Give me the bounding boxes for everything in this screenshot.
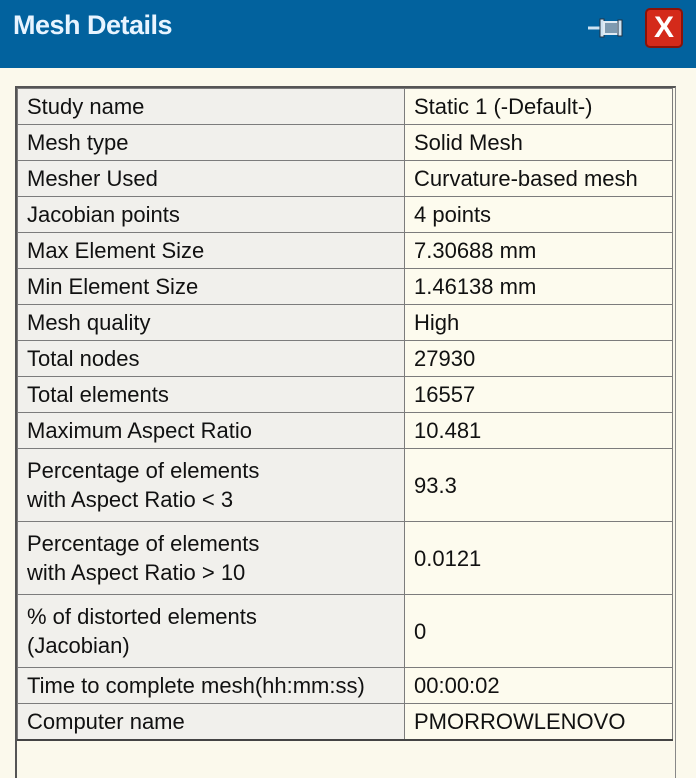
row-label: Computer name [17, 703, 405, 740]
title-bar: Mesh Details X [0, 0, 696, 68]
row-label-text: Time to complete mesh(hh:mm:ss) [27, 673, 365, 698]
row-label-text: Maximum Aspect Ratio [27, 418, 252, 443]
row-label: Max Element Size [17, 232, 405, 269]
row-label: Total elements [17, 376, 405, 413]
table-row: Maximum Aspect Ratio 10.481 [17, 412, 673, 449]
row-value: Curvature-based mesh [404, 160, 673, 197]
table-row: Max Element Size 7.30688 mm [17, 232, 673, 269]
table-row: Min Element Size 1.46138 mm [17, 268, 673, 305]
row-label: Min Element Size [17, 268, 405, 305]
table-row: Total elements 16557 [17, 376, 673, 413]
table-row: Mesh type Solid Mesh [17, 124, 673, 161]
row-label: Mesh quality [17, 304, 405, 341]
table-row: Total nodes 27930 [17, 340, 673, 377]
row-value: PMORROWLENOVO [404, 703, 673, 740]
row-value: Static 1 (-Default-) [404, 88, 673, 125]
row-label-text-line2: with Aspect Ratio > 10 [27, 560, 246, 585]
table-row: Study name Static 1 (-Default-) [17, 88, 673, 125]
row-label-text: Total nodes [27, 346, 140, 371]
row-value: 00:00:02 [404, 667, 673, 704]
table-row: Percentage of elements with Aspect Ratio … [17, 521, 673, 595]
row-label: % of distorted elements (Jacobian) [17, 594, 405, 668]
row-value: 16557 [404, 376, 673, 413]
row-value: 0.0121 [404, 521, 673, 595]
table-row: Mesh quality High [17, 304, 673, 341]
row-label-text: Min Element Size [27, 274, 199, 299]
pin-icon[interactable] [586, 15, 626, 41]
table-row: Jacobian points 4 points [17, 196, 673, 233]
row-label: Time to complete mesh(hh:mm:ss) [17, 667, 405, 704]
row-value: 10.481 [404, 412, 673, 449]
table-row: Mesher Used Curvature-based mesh [17, 160, 673, 197]
table-row: % of distorted elements (Jacobian) 0 [17, 594, 673, 668]
row-label-text: Computer name [27, 708, 185, 734]
mesh-details-table: Study name Static 1 (-Default-) Mesh type S… [17, 88, 673, 741]
row-label: Percentage of elements with Aspect Ratio … [17, 521, 405, 595]
table-row: Computer name PMORROWLENOVO [17, 703, 673, 740]
table-row: Time to complete mesh(hh:mm:ss) 00:00:02 [17, 667, 673, 704]
row-label-text: Mesher Used [27, 166, 158, 191]
mesh-details-panel: Study name Static 1 (-Default-) Mesh type S… [15, 86, 676, 778]
row-label: Total nodes [17, 340, 405, 377]
row-value: High [404, 304, 673, 341]
row-value: 4 points [404, 196, 673, 233]
row-label-text: Percentage of elements [27, 531, 260, 556]
row-label-text: Mesh type [27, 130, 129, 155]
row-label-text: Total elements [27, 382, 169, 407]
table-row: Percentage of elements with Aspect Ratio … [17, 448, 673, 522]
close-icon: X [653, 11, 674, 44]
row-label-text: % of distorted elements [27, 604, 257, 629]
row-value: Solid Mesh [404, 124, 673, 161]
close-button[interactable]: X [645, 8, 683, 48]
row-label-text: Jacobian points [27, 202, 180, 227]
row-label: Maximum Aspect Ratio [17, 412, 405, 449]
row-value: 0 [404, 594, 673, 668]
window-title: Mesh Details [13, 10, 173, 40]
row-label-text: Max Element Size [27, 238, 205, 263]
row-label: Percentage of elements with Aspect Ratio … [17, 448, 405, 522]
row-label: Mesher Used [17, 160, 405, 197]
row-value: 27930 [404, 340, 673, 377]
row-label-text: Study name [27, 94, 145, 119]
row-label-text: Percentage of elements [27, 458, 260, 483]
row-label-text: Mesh quality [27, 310, 151, 335]
row-label: Mesh type [17, 124, 405, 161]
row-value: 7.30688 mm [404, 232, 673, 269]
row-value: 93.3 [404, 448, 673, 522]
row-label-text-line2: with Aspect Ratio < 3 [27, 487, 234, 512]
row-label: Jacobian points [17, 196, 405, 233]
row-value: 1.46138 mm [404, 268, 673, 305]
row-label-text-line2: (Jacobian) [27, 633, 130, 658]
row-label: Study name [17, 88, 405, 125]
